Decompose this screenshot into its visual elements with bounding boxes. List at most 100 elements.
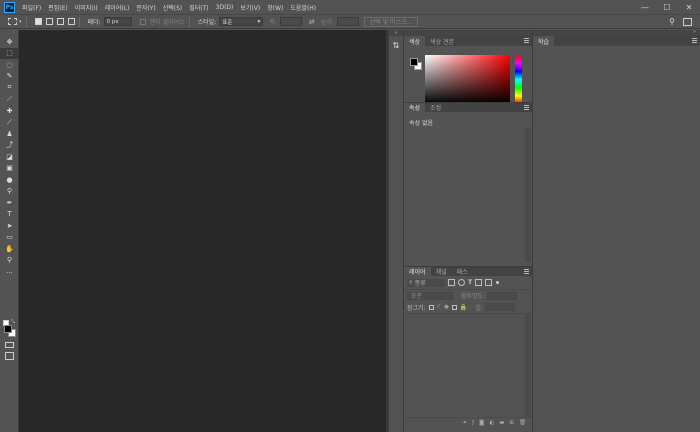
saturation-brightness-field[interactable]: [423, 55, 510, 106]
tab-paths[interactable]: 패스: [452, 267, 473, 276]
lasso-tool[interactable]: ◌: [0, 59, 19, 71]
menu-item[interactable]: 선택(S): [163, 3, 183, 12]
antialias-checkbox[interactable]: [139, 18, 146, 25]
menu-item[interactable]: 필터(T): [189, 3, 208, 12]
new-selection-icon[interactable]: [34, 18, 42, 25]
menu-item[interactable]: 3D(D): [216, 4, 234, 11]
gradient-tool[interactable]: ▣: [0, 163, 19, 175]
style-select[interactable]: 표준 ▾: [219, 17, 264, 26]
new-layer-icon[interactable]: ⊞: [509, 420, 514, 426]
collapse-icon[interactable]: »: [693, 29, 696, 35]
opacity-input[interactable]: [487, 291, 518, 300]
intersect-selection-icon[interactable]: [67, 18, 75, 25]
type-filter-icon[interactable]: T: [468, 279, 472, 286]
blend-mode-select[interactable]: 표준: [407, 291, 453, 300]
eraser-tool[interactable]: ◪: [0, 151, 19, 163]
layer-style-icon[interactable]: ƒ: [472, 420, 474, 426]
panel-menu-icon[interactable]: [524, 269, 529, 274]
shape-filter-icon[interactable]: [475, 279, 483, 286]
lock-transparency-icon[interactable]: [428, 304, 434, 310]
close-button[interactable]: ✕: [678, 0, 700, 14]
healing-brush-tool[interactable]: ✚: [0, 105, 19, 117]
menu-item[interactable]: 보기(V): [240, 3, 260, 12]
tab-color[interactable]: 색상: [404, 36, 426, 46]
subtract-selection-icon[interactable]: [56, 18, 64, 25]
rectangle-tool[interactable]: ▭: [0, 232, 19, 244]
trash-icon[interactable]: 🗑: [519, 420, 526, 426]
search-icon[interactable]: ⚲: [669, 17, 675, 26]
tab-layers[interactable]: 레이어: [404, 267, 431, 276]
tool-list: ✥ ⬚ ◌ ✎ ⌗ ⟋ ✚ ⟋ ♟ ⤴ ◪ ▣ ● ⚲ ✒ T ➤ ▭ ✋ ⚲ ···: [0, 36, 19, 279]
brush-tool[interactable]: ⟋: [0, 117, 19, 129]
pen-tool[interactable]: ✒: [0, 197, 19, 209]
tab-adjustments[interactable]: 조정: [425, 103, 446, 112]
menu-item[interactable]: 편집(E): [48, 3, 68, 12]
lock-pixels-icon[interactable]: ⟋: [437, 303, 441, 311]
eyedropper-tool[interactable]: ⟋: [0, 94, 19, 106]
blur-tool[interactable]: ●: [0, 174, 19, 186]
quick-mask-icon[interactable]: [5, 342, 14, 348]
chevron-down-icon[interactable]: ▾: [19, 19, 22, 25]
history-brush-tool[interactable]: ⤴: [0, 140, 19, 152]
layers-scrollbar[interactable]: [525, 314, 531, 418]
swap-icon[interactable]: ⇄: [309, 18, 315, 26]
document-canvas[interactable]: [19, 30, 387, 432]
width-input[interactable]: [279, 17, 302, 26]
hand-tool[interactable]: ✋: [0, 243, 19, 255]
type-tool[interactable]: T: [0, 209, 19, 221]
pixel-filter-icon[interactable]: [448, 279, 455, 286]
menu-item[interactable]: 파일(F): [22, 3, 41, 12]
tab-channels[interactable]: 채널: [431, 267, 452, 276]
menu-item[interactable]: 이미지(I): [75, 3, 98, 12]
panel-menu-icon[interactable]: [524, 105, 529, 110]
layer-filter-select[interactable]: ⚲ 종류: [407, 278, 445, 287]
add-selection-icon[interactable]: [45, 18, 53, 25]
layer-list[interactable]: [404, 313, 532, 418]
menu-item[interactable]: 도움말(H): [290, 3, 316, 12]
lock-artboard-icon[interactable]: [451, 304, 457, 310]
magic-wand-tool[interactable]: ✎: [0, 71, 19, 83]
filter-toggle-icon[interactable]: [496, 281, 500, 284]
move-tool[interactable]: ✥: [0, 36, 19, 48]
tool-preset-icon[interactable]: [8, 18, 17, 25]
dodge-tool[interactable]: ⚲: [0, 186, 19, 198]
more-tools[interactable]: ···: [0, 267, 19, 279]
tab-properties[interactable]: 속성: [404, 103, 426, 112]
menu-bar: Ps 파일(F) 편집(E) 이미지(I) 레이어(L) 문자(Y) 선택(S) 필터(T)…: [0, 0, 700, 14]
foreground-color-swatch[interactable]: [410, 58, 418, 66]
expand-panels-icon[interactable]: «: [389, 30, 403, 36]
tab-learn[interactable]: 학습: [533, 36, 555, 46]
height-label: 높이:: [320, 19, 334, 26]
lock-all-icon[interactable]: 🔒: [460, 304, 467, 311]
menu-item[interactable]: 문자(Y): [136, 3, 155, 12]
menu-item[interactable]: 레이어(L): [105, 3, 130, 12]
minimize-button[interactable]: —: [634, 0, 656, 14]
add-mask-icon[interactable]: ◙: [479, 420, 484, 426]
foreground-color-swatch[interactable]: [4, 325, 12, 333]
crop-tool[interactable]: ⌗: [0, 82, 19, 94]
height-input[interactable]: [336, 17, 359, 26]
smart-object-filter-icon[interactable]: [485, 279, 493, 286]
maximize-button[interactable]: ☐: [656, 0, 678, 14]
history-panel-icon[interactable]: ⇅: [391, 41, 401, 51]
adjustment-layer-icon[interactable]: ◐: [489, 420, 494, 426]
fill-input[interactable]: [484, 303, 515, 311]
path-selection-tool[interactable]: ➤: [0, 220, 19, 232]
tab-swatches[interactable]: 색상 견본: [425, 36, 459, 46]
marquee-tool[interactable]: ⬚: [0, 47, 19, 59]
menu-item[interactable]: 창(W): [267, 3, 283, 12]
panel-menu-icon[interactable]: [692, 38, 697, 43]
workspace-icon[interactable]: [683, 17, 692, 26]
clone-stamp-tool[interactable]: ♟: [0, 128, 19, 140]
feather-input[interactable]: 0 px: [103, 17, 132, 26]
link-layers-icon[interactable]: ⚭: [463, 420, 468, 426]
properties-scrollbar[interactable]: [525, 128, 531, 262]
hue-slider[interactable]: [515, 55, 522, 104]
screen-mode-icon[interactable]: [5, 352, 14, 360]
select-and-mask-button[interactable]: 선택 및 마스크...: [363, 16, 419, 27]
lock-position-icon[interactable]: ✥: [444, 304, 449, 311]
new-group-icon[interactable]: ▬: [499, 420, 504, 426]
adjustment-filter-icon[interactable]: [458, 279, 465, 286]
zoom-tool[interactable]: ⚲: [0, 255, 19, 267]
panel-menu-icon[interactable]: [524, 38, 529, 43]
